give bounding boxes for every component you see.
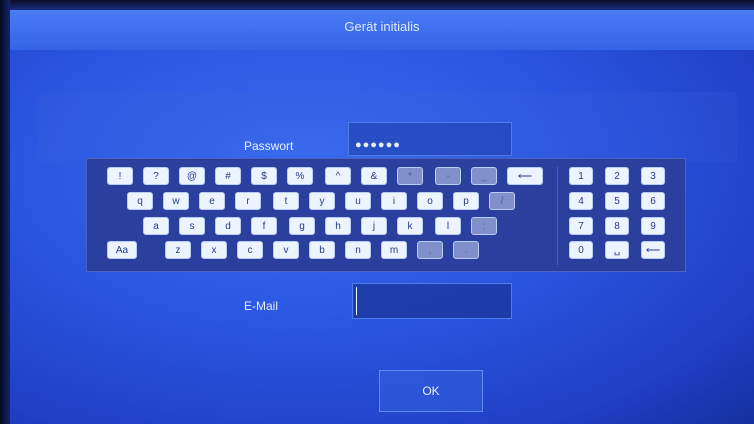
- numpad-key-3[interactable]: 3: [641, 167, 665, 185]
- text-cursor: [356, 287, 357, 315]
- key-b[interactable]: b: [309, 241, 335, 259]
- on-screen-keyboard: ! ? @ # $ % ^ & * - _ ⟵ q w e r t y u i …: [86, 158, 686, 272]
- numpad-key-2[interactable]: 2: [605, 167, 629, 185]
- device-screen: Gerät initialis Passwort ●●●●●● ! ? @ # …: [0, 0, 754, 424]
- key-period[interactable]: .: [453, 241, 479, 259]
- key-k[interactable]: k: [397, 217, 423, 235]
- key-s[interactable]: s: [179, 217, 205, 235]
- password-field[interactable]: ●●●●●●: [348, 122, 512, 156]
- key-c[interactable]: c: [237, 241, 263, 259]
- key-n[interactable]: n: [345, 241, 371, 259]
- password-value: ●●●●●●: [355, 139, 401, 151]
- numpad-backspace-key[interactable]: ⟵: [641, 241, 665, 259]
- key-x[interactable]: x: [201, 241, 227, 259]
- numpad-key-8[interactable]: 8: [605, 217, 629, 235]
- key-u[interactable]: u: [345, 192, 371, 210]
- password-label: Passwort: [244, 139, 294, 153]
- key-g[interactable]: g: [289, 217, 315, 235]
- key-underscore[interactable]: _: [471, 167, 497, 185]
- key-hash[interactable]: #: [215, 167, 241, 185]
- key-h[interactable]: h: [325, 217, 351, 235]
- numpad-key-6[interactable]: 6: [641, 192, 665, 210]
- key-ampersand[interactable]: &: [361, 167, 387, 185]
- key-question[interactable]: ?: [143, 167, 169, 185]
- backspace-key[interactable]: ⟵: [507, 167, 543, 185]
- key-e[interactable]: e: [199, 192, 225, 210]
- bezel-left: [0, 0, 10, 424]
- key-o[interactable]: o: [417, 192, 443, 210]
- key-dollar[interactable]: $: [251, 167, 277, 185]
- numpad-key-0[interactable]: 0: [569, 241, 593, 259]
- title-bar: Gerät initialis: [10, 10, 754, 50]
- shift-key[interactable]: Aa: [107, 241, 137, 259]
- key-caret[interactable]: ^: [325, 167, 351, 185]
- page-title: Gerät initialis: [344, 19, 420, 34]
- key-y[interactable]: y: [309, 192, 335, 210]
- key-d[interactable]: d: [215, 217, 241, 235]
- numpad-key-1[interactable]: 1: [569, 167, 593, 185]
- numpad-key-5[interactable]: 5: [605, 192, 629, 210]
- key-minus[interactable]: -: [435, 167, 461, 185]
- numpad-key-7[interactable]: 7: [569, 217, 593, 235]
- key-a[interactable]: a: [143, 217, 169, 235]
- space-key[interactable]: ␣: [605, 241, 629, 259]
- key-i[interactable]: i: [381, 192, 407, 210]
- email-label: E-Mail: [244, 299, 279, 313]
- numpad-key-9[interactable]: 9: [641, 217, 665, 235]
- key-percent[interactable]: %: [287, 167, 313, 185]
- key-comma[interactable]: ,: [417, 241, 443, 259]
- email-field[interactable]: [352, 283, 512, 319]
- bezel-top: [0, 0, 754, 10]
- ok-button[interactable]: OK: [379, 370, 483, 412]
- key-r[interactable]: r: [235, 192, 261, 210]
- key-w[interactable]: w: [163, 192, 189, 210]
- key-p[interactable]: p: [453, 192, 479, 210]
- key-l[interactable]: l: [435, 217, 461, 235]
- key-f[interactable]: f: [251, 217, 277, 235]
- key-z[interactable]: z: [165, 241, 191, 259]
- key-t[interactable]: t: [273, 192, 299, 210]
- numpad-divider: [557, 167, 558, 265]
- key-slash[interactable]: /: [489, 192, 515, 210]
- key-asterisk[interactable]: *: [397, 167, 423, 185]
- key-v[interactable]: v: [273, 241, 299, 259]
- key-m[interactable]: m: [381, 241, 407, 259]
- key-colon[interactable]: :: [471, 217, 497, 235]
- numpad-key-4[interactable]: 4: [569, 192, 593, 210]
- key-q[interactable]: q: [127, 192, 153, 210]
- key-j[interactable]: j: [361, 217, 387, 235]
- key-at[interactable]: @: [179, 167, 205, 185]
- key-exclamation[interactable]: !: [107, 167, 133, 185]
